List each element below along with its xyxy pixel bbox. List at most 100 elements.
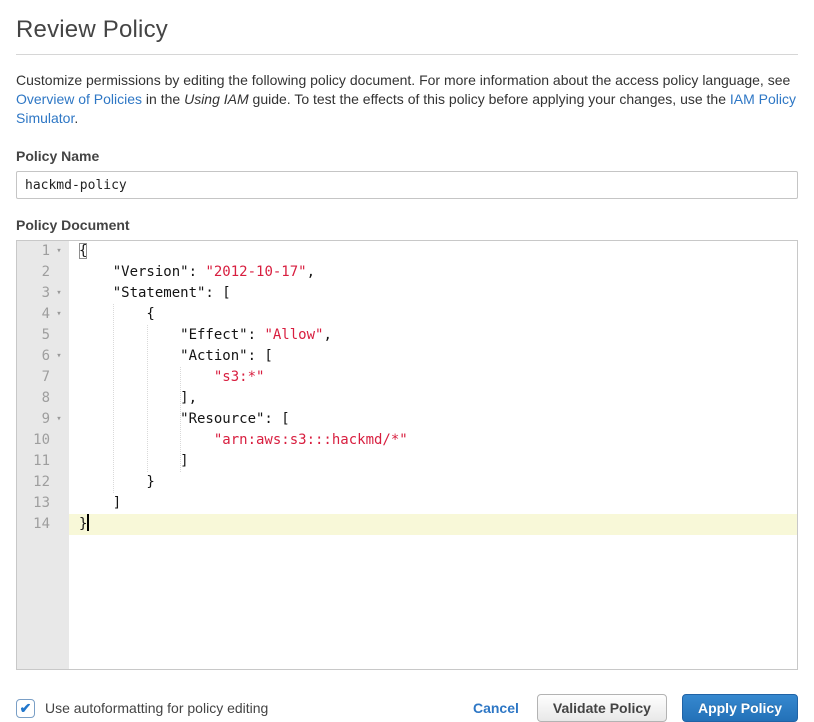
fold-arrow-icon[interactable]: ▾	[50, 346, 68, 367]
code-line: "Action": [	[69, 346, 797, 367]
code-token: "Effect":	[79, 327, 264, 343]
page-title: Review Policy	[16, 16, 798, 44]
intro-part-4: .	[74, 110, 78, 126]
fold-spacer	[50, 472, 68, 493]
title-divider	[16, 54, 798, 55]
overview-of-policies-link[interactable]: Overview of Policies	[16, 91, 142, 107]
gutter-line: 7	[17, 367, 69, 388]
code-line: ]	[69, 451, 797, 472]
intro-part-2: in the	[142, 91, 184, 107]
checkmark-icon: ✔	[20, 701, 32, 715]
code-token	[79, 432, 214, 448]
footer-actions-bar: ✔ Use autoformatting for policy editing …	[16, 694, 798, 722]
intro-part-3: guide. To test the effects of this polic…	[249, 91, 730, 107]
code-token: "Resource": [	[79, 411, 290, 427]
cancel-link[interactable]: Cancel	[473, 700, 519, 716]
code-token: ]	[79, 453, 189, 469]
gutter-line: 14	[17, 514, 69, 535]
code-token: {	[79, 243, 87, 259]
code-line: ],	[69, 388, 797, 409]
line-number: 10	[17, 430, 50, 451]
apply-policy-button[interactable]: Apply Policy	[682, 694, 798, 722]
code-token: "Version":	[79, 264, 205, 280]
text-cursor	[87, 514, 89, 531]
fold-arrow-icon[interactable]: ▾	[50, 241, 68, 262]
code-string-token: "s3:*"	[214, 369, 265, 385]
code-token: ,	[323, 327, 331, 343]
editor-code-area[interactable]: { "Version": "2012-10-17", "Statement": …	[69, 241, 797, 669]
code-token: {	[79, 306, 155, 322]
line-number: 1	[17, 241, 50, 262]
fold-spacer	[50, 430, 68, 451]
code-line: "arn:aws:s3:::hackmd/*"	[69, 430, 797, 451]
policy-document-editor[interactable]: 1▾23▾4▾56▾789▾1011121314 { "Version": "2…	[16, 240, 798, 670]
line-number: 7	[17, 367, 50, 388]
code-line: "Resource": [	[69, 409, 797, 430]
line-number: 5	[17, 325, 50, 346]
gutter-line: 11	[17, 451, 69, 472]
code-string-token: "arn:aws:s3:::hackmd/*"	[214, 432, 408, 448]
fold-spacer	[50, 325, 68, 346]
gutter-line: 10	[17, 430, 69, 451]
code-line: "Version": "2012-10-17",	[69, 262, 797, 283]
line-number: 3	[17, 283, 50, 304]
autoformat-checkbox[interactable]: ✔	[16, 699, 35, 718]
line-number: 2	[17, 262, 50, 283]
gutter-line: 1▾	[17, 241, 69, 262]
gutter-line: 4▾	[17, 304, 69, 325]
line-number: 12	[17, 472, 50, 493]
code-line: ]	[69, 493, 797, 514]
gutter-line: 6▾	[17, 346, 69, 367]
gutter-line: 12	[17, 472, 69, 493]
code-string-token: "Allow"	[264, 327, 323, 343]
gutter-line: 13	[17, 493, 69, 514]
intro-part-1: Customize permissions by editing the fol…	[16, 72, 790, 88]
line-number: 9	[17, 409, 50, 430]
using-iam-guide-title: Using IAM	[184, 91, 249, 107]
gutter-line: 5	[17, 325, 69, 346]
autoformat-label: Use autoformatting for policy editing	[45, 700, 268, 716]
fold-spacer	[50, 451, 68, 472]
fold-spacer	[50, 493, 68, 514]
autoformat-option[interactable]: ✔ Use autoformatting for policy editing	[16, 699, 268, 718]
fold-spacer	[50, 388, 68, 409]
line-number: 8	[17, 388, 50, 409]
line-number: 6	[17, 346, 50, 367]
action-buttons: Cancel Validate Policy Apply Policy	[473, 694, 798, 722]
code-token: }	[79, 474, 155, 490]
gutter-line: 8	[17, 388, 69, 409]
gutter-line: 3▾	[17, 283, 69, 304]
fold-arrow-icon[interactable]: ▾	[50, 304, 68, 325]
fold-arrow-icon[interactable]: ▾	[50, 409, 68, 430]
code-line: }	[69, 472, 797, 493]
gutter-line: 2	[17, 262, 69, 283]
fold-arrow-icon[interactable]: ▾	[50, 283, 68, 304]
line-number: 14	[17, 514, 50, 535]
editor-gutter: 1▾23▾4▾56▾789▾1011121314	[17, 241, 69, 669]
gutter-line: 9▾	[17, 409, 69, 430]
code-string-token: "2012-10-17"	[205, 264, 306, 280]
code-token: }	[79, 516, 87, 532]
review-policy-page: Review Policy Customize permissions by e…	[0, 0, 814, 722]
line-number: 11	[17, 451, 50, 472]
code-token: ,	[307, 264, 315, 280]
code-line: "Statement": [	[69, 283, 797, 304]
code-token: ]	[79, 495, 121, 511]
code-line: "s3:*"	[69, 367, 797, 388]
code-token	[79, 369, 214, 385]
code-line: "Effect": "Allow",	[69, 325, 797, 346]
line-number: 13	[17, 493, 50, 514]
validate-policy-button[interactable]: Validate Policy	[537, 694, 667, 722]
fold-spacer	[50, 514, 68, 535]
policy-name-input[interactable]	[16, 171, 798, 199]
code-token: ],	[79, 390, 197, 406]
policy-name-label: Policy Name	[16, 148, 798, 164]
code-token: "Statement": [	[79, 285, 231, 301]
fold-spacer	[50, 262, 68, 283]
code-token: "Action": [	[79, 348, 273, 364]
policy-document-label: Policy Document	[16, 217, 798, 233]
intro-text: Customize permissions by editing the fol…	[16, 71, 798, 128]
code-line: {	[69, 304, 797, 325]
line-number: 4	[17, 304, 50, 325]
code-line: }	[69, 514, 797, 535]
